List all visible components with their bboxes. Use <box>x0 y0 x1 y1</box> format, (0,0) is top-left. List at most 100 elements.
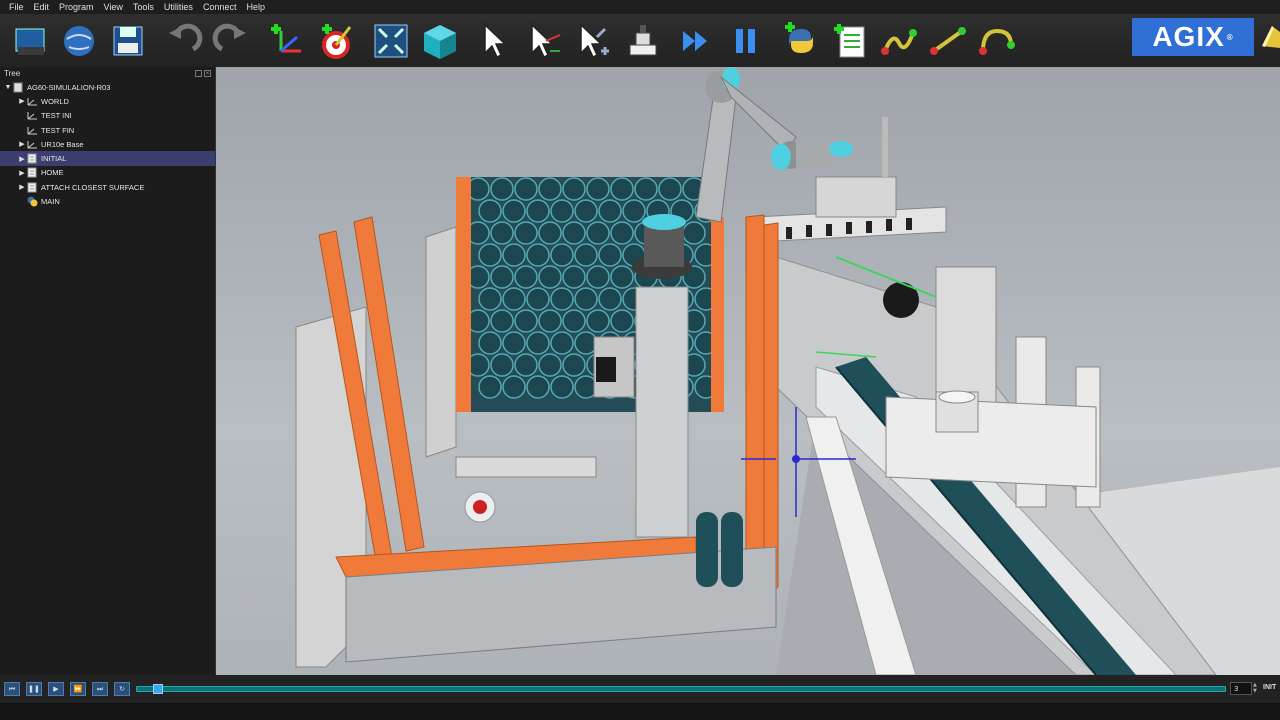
tree-item-initial[interactable]: ▶ INITIAL <box>0 151 215 166</box>
pipe <box>598 287 622 311</box>
select-icon[interactable] <box>473 19 517 63</box>
expand-icon[interactable]: ▶ <box>18 97 26 105</box>
pipe <box>562 353 586 377</box>
tree-title: Tree <box>4 69 21 78</box>
move-object-icon[interactable] <box>571 19 615 63</box>
status-bar <box>0 703 1280 720</box>
pipe <box>598 199 622 223</box>
add-tool-icon[interactable] <box>620 19 664 63</box>
open-station-icon[interactable] <box>8 19 52 63</box>
tree-item-ag60-simulalion-r03[interactable]: ▼ AG60-SIMULALION-R03 <box>0 80 215 94</box>
menu-connect[interactable]: Connect <box>198 0 242 14</box>
expand-icon[interactable]: ▶ <box>18 140 26 148</box>
pipe <box>478 243 502 267</box>
step-input[interactable]: 3 <box>1230 682 1252 695</box>
fit-all-icon[interactable] <box>369 19 413 63</box>
skip-end-icon[interactable]: ⏭ <box>92 682 108 696</box>
pipe <box>574 199 598 223</box>
pause-simulation-icon[interactable] <box>724 19 768 63</box>
move-linear-icon[interactable] <box>926 19 970 63</box>
3d-viewport[interactable] <box>216 67 1280 675</box>
menu-edit[interactable]: Edit <box>29 0 55 14</box>
menu-program[interactable]: Program <box>54 0 99 14</box>
fast-forward-icon[interactable]: ⏩ <box>70 682 86 696</box>
expand-icon[interactable]: ▶ <box>18 155 26 163</box>
tree-item-ur10e-base[interactable]: ▶ UR10e Base <box>0 137 215 151</box>
expand-icon[interactable]: ▶ <box>18 169 26 177</box>
tree-item-label: AG60-SIMULALION-R03 <box>27 82 111 92</box>
play-icon[interactable]: ▶ <box>48 682 64 696</box>
move-joint-icon[interactable] <box>877 19 921 63</box>
tree-item-label: ATTACH CLOSEST SURFACE <box>41 182 145 192</box>
frame-icon <box>26 110 38 121</box>
step-spinner[interactable]: ▲ ▼ <box>1253 682 1260 695</box>
tree-item-label: WORLD <box>41 96 69 106</box>
move-reference-icon[interactable] <box>522 19 566 63</box>
menu-view[interactable]: View <box>99 0 128 14</box>
pipe <box>514 221 538 245</box>
save-icon[interactable] <box>106 19 150 63</box>
tree-item-label: INITIAL <box>41 154 67 164</box>
fast-simulation-icon[interactable] <box>675 19 719 63</box>
more-tools-icon[interactable] <box>1258 20 1280 54</box>
menu-utilities[interactable]: Utilities <box>159 0 198 14</box>
tree-item-world[interactable]: ▶ WORLD <box>0 94 215 108</box>
pipe <box>610 177 634 201</box>
tree-item-attach-closest-surface[interactable]: ▶ ATTACH CLOSEST SURFACE <box>0 180 215 194</box>
pipe <box>610 265 634 289</box>
simulation-scene[interactable] <box>216 67 1280 675</box>
pipe <box>562 265 586 289</box>
add-target-icon[interactable] <box>314 19 358 63</box>
pipe <box>586 265 610 289</box>
tree-item-test-fin[interactable]: TEST FIN <box>0 123 215 137</box>
pipe <box>550 199 574 223</box>
simulation-timeline[interactable] <box>136 684 1226 694</box>
pipe <box>478 287 502 311</box>
pipe <box>550 243 574 267</box>
pipe <box>562 309 586 333</box>
menu-help[interactable]: Help <box>241 0 270 14</box>
pipe <box>526 375 550 399</box>
loop-icon[interactable]: ↻ <box>114 682 130 696</box>
skip-start-icon[interactable]: ⏮ <box>4 682 20 696</box>
timeline-handle[interactable] <box>153 684 164 694</box>
pipe <box>550 331 574 355</box>
menu-tools[interactable]: Tools <box>128 0 159 14</box>
tree-list: ▼ AG60-SIMULALION-R03 ▶ WORLD TEST INI TEST F… <box>0 80 215 209</box>
move-circular-icon[interactable] <box>975 19 1019 63</box>
pipe <box>622 199 646 223</box>
pipe <box>550 375 574 399</box>
redo-icon[interactable] <box>210 19 254 63</box>
add-reference-frame-icon[interactable] <box>265 19 309 63</box>
expand-icon[interactable]: ▶ <box>18 183 26 191</box>
python-script-icon[interactable] <box>779 19 823 63</box>
undock-icon[interactable] <box>195 70 202 77</box>
tree-item-home[interactable]: ▶ HOME <box>0 166 215 180</box>
view-iso-icon[interactable] <box>418 19 462 63</box>
pipe <box>538 221 562 245</box>
close-icon[interactable]: × <box>204 70 211 77</box>
tree-item-test-ini[interactable]: TEST INI <box>0 109 215 123</box>
tree-item-main[interactable]: MAIN <box>0 194 215 208</box>
pipe <box>514 177 538 201</box>
pipe <box>538 309 562 333</box>
add-program-icon[interactable] <box>828 19 872 63</box>
undo-icon[interactable] <box>161 19 205 63</box>
pipe <box>490 309 514 333</box>
collapse-icon[interactable]: ▼ <box>4 83 12 91</box>
pause-icon[interactable]: ❚❚ <box>26 682 42 696</box>
frame-icon <box>26 139 38 150</box>
pipe <box>490 221 514 245</box>
pipe <box>550 287 574 311</box>
pipe <box>514 353 538 377</box>
pipe <box>490 177 514 201</box>
pipe <box>478 331 502 355</box>
online-library-icon[interactable] <box>57 19 101 63</box>
frame-icon <box>26 125 38 136</box>
program-icon <box>26 182 38 193</box>
pipe <box>562 221 586 245</box>
menu-file[interactable]: File <box>4 0 29 14</box>
